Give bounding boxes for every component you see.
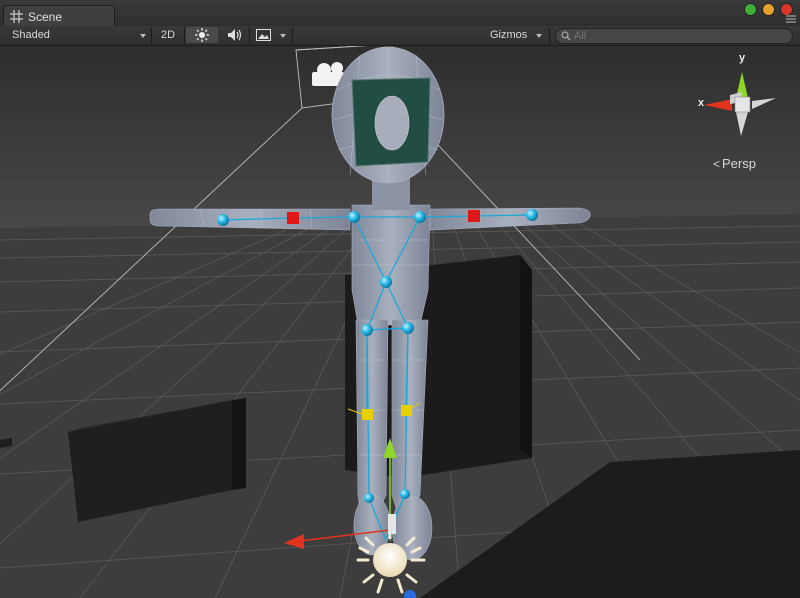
shading-mode-value: Shaded <box>12 29 50 41</box>
scene-grid-icon <box>10 10 23 23</box>
chevron-down-icon <box>536 34 542 38</box>
scene-canvas[interactable] <box>0 46 800 598</box>
effector-right-knee <box>401 405 412 416</box>
maximize-button[interactable] <box>744 3 757 16</box>
tab-bar: Scene <box>0 0 800 27</box>
search-icon <box>561 31 571 41</box>
tab-scene-label: Scene <box>28 10 63 24</box>
joint-spine <box>380 276 392 288</box>
joint-right-hip <box>402 322 414 334</box>
orientation-center-cube <box>734 96 751 113</box>
speaker-icon <box>228 29 242 41</box>
shading-mode-dropdown[interactable]: Shaded <box>4 27 148 43</box>
effector-left-elbow <box>287 212 299 224</box>
sun-icon <box>195 28 209 42</box>
search-field[interactable] <box>555 28 793 44</box>
perspective-chevron-icon: < <box>713 157 721 171</box>
joint-left-hand <box>217 214 229 226</box>
effector-left-knee <box>362 409 373 420</box>
scene-lighting-button[interactable] <box>186 27 218 43</box>
orientation-y-label: y <box>739 52 746 64</box>
scene-viewport[interactable]: y x < Persp <box>0 46 800 598</box>
scene-effects-dropdown[interactable] <box>252 27 290 43</box>
chevron-down-icon <box>140 34 146 38</box>
search-input[interactable] <box>574 29 774 43</box>
minimize-button[interactable] <box>762 3 775 16</box>
joint-left-shoulder <box>348 211 360 223</box>
2d-toggle-button[interactable]: 2D <box>156 27 180 43</box>
joint-left-hip <box>361 324 373 336</box>
chevron-down-icon <box>280 34 286 38</box>
tab-menu-icon[interactable] <box>786 15 796 23</box>
tab-scene[interactable]: Scene <box>3 5 115 27</box>
orientation-x-label: x <box>698 97 705 109</box>
joint-right-hand <box>526 209 538 221</box>
scene-toolbar: Shaded 2D Gizmos <box>0 26 800 46</box>
projection-label: Persp <box>722 156 756 171</box>
joint-right-ankle <box>400 489 410 499</box>
effector-right-elbow <box>468 210 480 222</box>
gizmos-label: Gizmos <box>490 29 528 41</box>
joint-right-shoulder <box>414 211 426 223</box>
joint-left-ankle <box>364 493 374 503</box>
gizmos-dropdown[interactable]: Gizmos <box>484 27 546 43</box>
scene-audio-button[interactable] <box>221 27 247 43</box>
projection-toggle[interactable]: < Persp <box>713 156 756 171</box>
image-icon <box>256 29 271 41</box>
